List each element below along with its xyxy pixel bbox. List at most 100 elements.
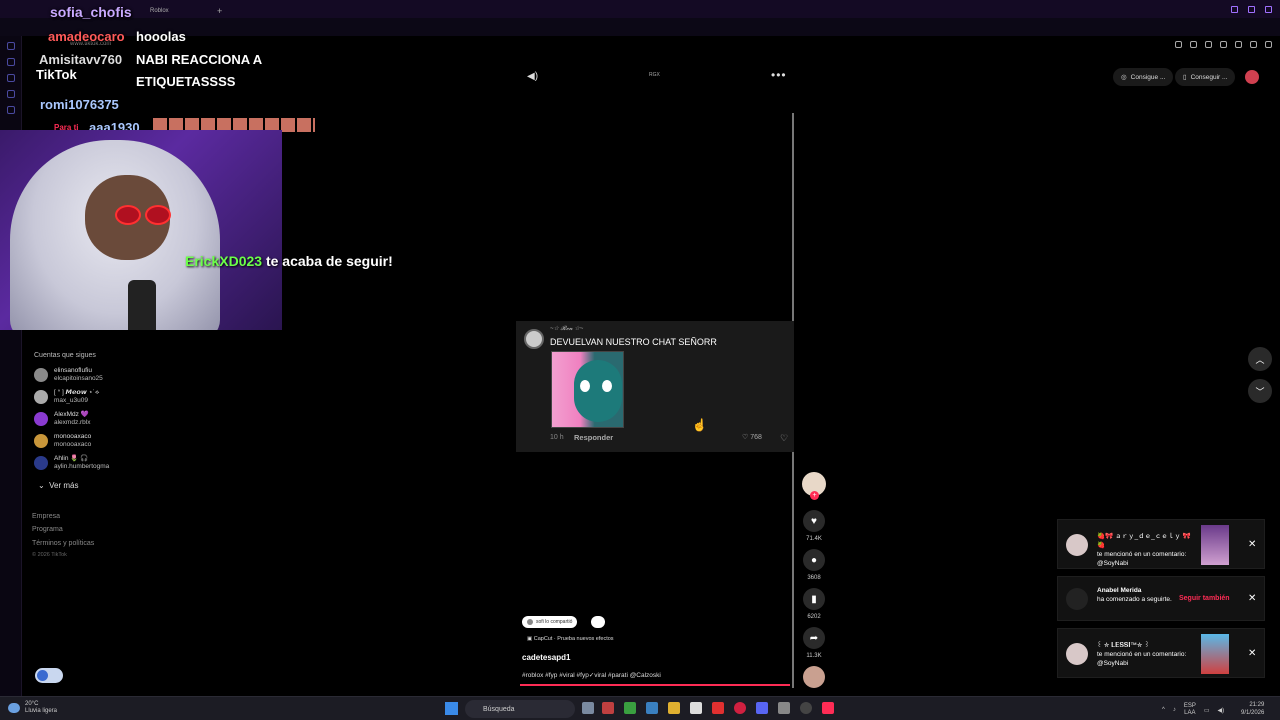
close-window-icon[interactable]	[1265, 6, 1272, 13]
app-icon[interactable]	[602, 702, 614, 714]
cloud-rain-icon	[8, 703, 20, 713]
next-video-button[interactable]: ﹀	[1248, 379, 1272, 403]
extension-icon[interactable]	[1205, 41, 1212, 48]
app-icon[interactable]	[712, 702, 724, 714]
video-author[interactable]: cadetesapd1	[522, 653, 570, 662]
extension-icon[interactable]	[1220, 41, 1227, 48]
following-item[interactable]: Ahlin 🌷 🎧 aylin.humbertogma	[34, 455, 109, 471]
rail-icon[interactable]	[7, 58, 15, 66]
like-action[interactable]: ♥ 71.4K	[802, 510, 826, 542]
discord-icon[interactable]	[756, 702, 768, 714]
chat-message: NABI REACCIONA A	[136, 52, 263, 67]
following-name: [ ᐢ ] 𝙈𝙚𝙤𝙬 ⋆˙⟡	[54, 389, 100, 396]
new-tab-button[interactable]: +	[217, 4, 222, 18]
rail-icon[interactable]	[7, 90, 15, 98]
rail-icon[interactable]	[7, 42, 15, 50]
notification-text: 🍓🎀 ａｒｙ_ｄｅ_ｃｅｌｙ 🎀🍓 te mencionó en un comen…	[1097, 532, 1197, 568]
following-item[interactable]: elinsanoflufiu elcapitoinsano25	[34, 367, 103, 383]
music-disc[interactable]	[803, 666, 825, 688]
footer-link[interactable]: Empresa	[32, 513, 60, 520]
profile-avatar[interactable]	[1245, 70, 1259, 84]
comment-like-button[interactable]: ♡ 768	[742, 433, 762, 441]
opera-gx-icon[interactable]	[734, 702, 746, 714]
follow-back-button[interactable]: Seguir también	[1179, 595, 1230, 602]
comment-sticker-image	[551, 351, 624, 428]
chat-message: hooolas	[136, 29, 186, 44]
theme-toggle[interactable]	[35, 668, 63, 683]
notification-user: Anabel Merida	[1097, 587, 1142, 594]
tiktok-icon[interactable]	[822, 702, 834, 714]
notification-message: ha comenzado a seguirte.	[1097, 596, 1172, 603]
app-icon[interactable]	[646, 702, 658, 714]
notification-thumbnail[interactable]	[1201, 525, 1229, 565]
video-progress-bar[interactable]	[520, 684, 790, 686]
minimize-icon[interactable]	[1231, 6, 1238, 13]
chevron-down-icon: ﹀	[1255, 386, 1265, 397]
taskbar-search[interactable]: Búsqueda	[465, 700, 575, 718]
volume-icon[interactable]: ◀)	[527, 71, 538, 82]
tiktok-logo[interactable]: TikTok	[36, 67, 77, 82]
commenter-username[interactable]: ~☆ 𝓡𝓮𝓷 ☆~	[550, 325, 583, 333]
comment-action[interactable]: ● 3608	[802, 549, 826, 581]
follow-plus-icon[interactable]: +	[810, 491, 819, 500]
promo-button[interactable]: ▯ Conseguir ...	[1175, 68, 1236, 86]
repost-icon[interactable]	[591, 616, 605, 628]
minecraft-icon[interactable]	[624, 702, 636, 714]
extension-icon[interactable]	[1250, 41, 1257, 48]
rail-icon[interactable]	[7, 106, 15, 114]
close-icon[interactable]: ✕	[1248, 539, 1256, 550]
avatar	[34, 368, 48, 382]
following-username: aylin.humbertogma	[54, 463, 110, 470]
clock[interactable]: 21:29 9/1/2026	[1241, 701, 1264, 717]
app-icon[interactable]	[778, 702, 790, 714]
see-more-link[interactable]: ⌄ Ver más	[38, 481, 79, 490]
volume-icon[interactable]: ◀)	[1218, 707, 1225, 714]
share-count: 11.3K	[806, 653, 822, 659]
close-icon[interactable]: ✕	[1248, 593, 1256, 604]
footer-link[interactable]: Programa	[32, 526, 63, 533]
app-icon[interactable]	[800, 702, 812, 714]
extension-icon[interactable]	[1190, 41, 1197, 48]
chevron-up-icon[interactable]: ^	[1162, 707, 1165, 713]
shared-by-text: sofi lo compartió	[536, 619, 573, 625]
more-options-icon[interactable]: •••	[771, 68, 787, 82]
share-action[interactable]: ➦ 11.3K	[802, 627, 826, 659]
promo-button[interactable]: ◎ Consigue ...	[1113, 68, 1174, 86]
shared-by-pill[interactable]: sofi lo compartió	[522, 616, 578, 628]
notification-thumbnail[interactable]	[1201, 634, 1229, 674]
maximize-icon[interactable]	[1248, 6, 1255, 13]
notification-card[interactable]: 🍓🎀 ａｒｙ_ｄｅ_ｃｅｌｙ 🎀🍓 te mencionó en un comen…	[1057, 519, 1265, 569]
rail-icon[interactable]	[7, 74, 15, 82]
microphone	[128, 280, 156, 330]
dislike-icon[interactable]: ♡	[780, 433, 788, 444]
mic-icon[interactable]: ♪	[1173, 707, 1176, 713]
close-icon[interactable]: ✕	[1248, 648, 1256, 659]
reply-button[interactable]: Responder	[574, 433, 613, 442]
browser-toolbar	[1175, 41, 1272, 48]
previous-video-button[interactable]: ︿	[1248, 347, 1272, 371]
footer-link[interactable]: Términos y políticas	[32, 540, 94, 547]
capcut-icon: ▣	[527, 636, 533, 642]
browser-tab[interactable]: Roblox	[150, 4, 169, 18]
following-name: elinsanoflufiu	[54, 367, 92, 374]
notification-card[interactable]: Anabel Merida ha comenzado a seguirte. Se…	[1057, 576, 1265, 621]
following-item[interactable]: monooaxaco monooaxaco	[34, 433, 91, 449]
notification-card[interactable]: ꒰ ✮ 𝐋𝐄𝐒𝐒𝐈™✮ ꒱ te mencionó en un comentari…	[1057, 628, 1265, 678]
monitor-icon[interactable]: ▭	[1204, 707, 1210, 714]
windows-start-icon[interactable]	[445, 702, 458, 715]
save-action[interactable]: ▮ 6202	[802, 588, 826, 620]
commenter-avatar[interactable]	[524, 329, 544, 349]
language-indicator[interactable]: ESP LAA	[1184, 703, 1196, 717]
settings-icon[interactable]	[1265, 41, 1272, 48]
share-icon: ➦	[803, 627, 825, 649]
video-hashtags[interactable]: #roblox #fyp #viral #fyp✓viral #parati @…	[522, 671, 661, 679]
weather-widget[interactable]: 20°C Lluvia ligera	[8, 701, 57, 715]
following-item[interactable]: [ ᐢ ] 𝙈𝙚𝙤𝙬 ⋆˙⟡ max_u3u09	[34, 389, 99, 405]
task-view-icon[interactable]	[582, 702, 594, 714]
extension-icon[interactable]	[1175, 41, 1182, 48]
following-item[interactable]: AlexMdz 💜 alexmdz.rblx	[34, 411, 90, 427]
app-icon[interactable]	[690, 702, 702, 714]
folder-icon[interactable]	[668, 702, 680, 714]
heart-icon[interactable]	[1235, 41, 1242, 48]
capcut-link[interactable]: ▣ CapCut · Prueba nuevos efectos	[527, 636, 614, 642]
